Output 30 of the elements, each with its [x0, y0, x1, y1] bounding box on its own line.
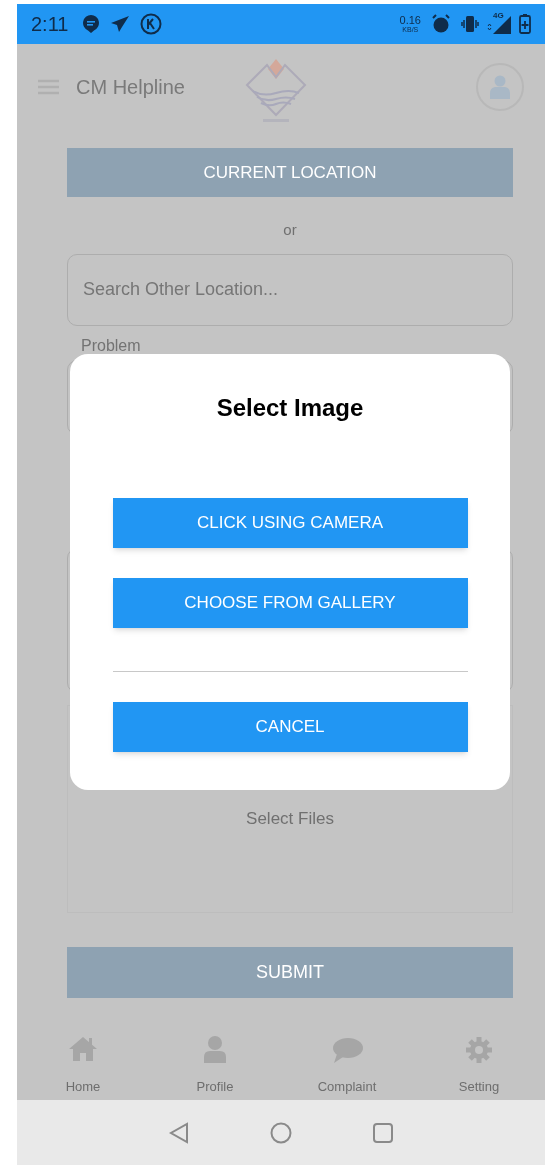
gear-icon — [463, 1034, 495, 1065]
dialog-option-button[interactable]: CLICK USING CAMERA — [112, 498, 468, 548]
send-icon — [110, 15, 131, 33]
battery-icon — [519, 14, 531, 34]
submit-button[interactable]: SUBMIT — [67, 946, 513, 998]
k-circle-icon — [140, 13, 163, 35]
back-icon[interactable] — [168, 1121, 190, 1144]
cancel-button[interactable]: CANCEL — [112, 702, 468, 752]
current-location-button[interactable]: CURRENT LOCATION — [67, 148, 513, 197]
tab-item[interactable]: Complaint — [281, 1030, 413, 1096]
person-icon — [490, 75, 510, 99]
recents-icon[interactable] — [372, 1121, 394, 1144]
vibrate-icon — [461, 15, 479, 33]
net-speed: 0.16 — [399, 15, 421, 26]
or-separator: or — [283, 220, 297, 240]
chat-icon — [82, 14, 101, 34]
signal-icon — [487, 16, 511, 34]
network-type: 4G — [493, 10, 504, 22]
alarm-icon — [431, 14, 451, 34]
search-location-field[interactable]: Search Other Location... — [67, 253, 513, 326]
app-title: CM Helpline — [76, 75, 185, 100]
tab-item[interactable]: Home — [17, 1030, 149, 1096]
select-files-label: Select Files — [246, 807, 334, 830]
dialog-option-button[interactable]: CHOOSE FROM GALLERY — [112, 578, 468, 628]
problem-label: Problem — [81, 335, 142, 356]
tab-item[interactable]: Setting — [413, 1030, 545, 1096]
home-circle-icon[interactable] — [270, 1121, 292, 1144]
status-time: 2:11 — [31, 12, 69, 37]
dialog-title: Select Image — [216, 393, 364, 423]
tab-item[interactable]: Profile — [149, 1030, 281, 1096]
